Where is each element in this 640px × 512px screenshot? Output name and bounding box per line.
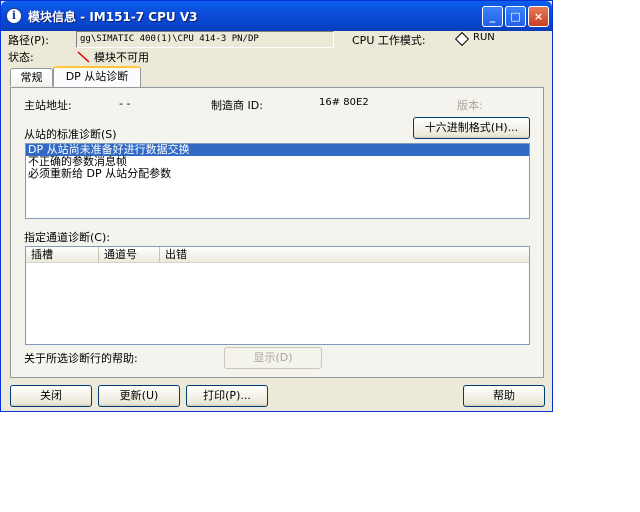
minimize-button[interactable]: _	[482, 6, 503, 27]
info-icon: i	[6, 8, 22, 24]
unavailable-icon	[77, 51, 90, 63]
tab-dp-slave-diagnostics[interactable]: DP 从站诊断	[53, 66, 141, 88]
master-address-value: - -	[119, 97, 131, 110]
display-button[interactable]: 显示(D)	[224, 347, 322, 369]
module-info-window: i 模块信息 - IM151-7 CPU V3 _ □ × 路径(P): gg\…	[0, 0, 553, 412]
run-state-icon	[454, 31, 470, 47]
path-label: 路径(P):	[8, 34, 49, 47]
status-value: 模块不可用	[94, 51, 149, 64]
status-label: 状态:	[8, 51, 34, 64]
hex-format-button[interactable]: 十六进制格式(H)...	[413, 117, 530, 139]
vendor-id-label: 制造商 ID:	[211, 99, 263, 112]
version-label: 版本:	[457, 99, 483, 112]
help-on-selected-label: 关于所选诊断行的帮助:	[24, 352, 138, 365]
channel-diagnostics-table[interactable]: 插槽 通道号 出错	[25, 246, 530, 345]
close-window-button[interactable]: ×	[528, 6, 549, 27]
update-button[interactable]: 更新(U)	[98, 385, 180, 407]
standard-diagnostics-label: 从站的标准诊断(S)	[24, 128, 117, 141]
column-header-slot[interactable]: 插槽	[26, 247, 99, 263]
list-item[interactable]: 必须重新给 DP 从站分配参数	[26, 168, 529, 180]
vendor-id-value: 16# 80E2	[319, 97, 369, 108]
cpu-mode-value: RUN	[473, 32, 495, 43]
tab-general[interactable]: 常规	[10, 68, 53, 86]
master-address-label: 主站地址:	[24, 99, 72, 112]
close-button[interactable]: 关闭	[10, 385, 92, 407]
print-button[interactable]: 打印(P)...	[186, 385, 268, 407]
path-field: gg\SIMATIC 400(1)\CPU 414-3 PN/DP	[76, 31, 334, 48]
channel-diagnostics-label: 指定通道诊断(C):	[24, 231, 110, 244]
column-header-channel[interactable]: 通道号	[99, 247, 160, 263]
window-title: 模块信息 - IM151-7 CPU V3	[28, 10, 198, 24]
help-button[interactable]: 帮助	[463, 385, 545, 407]
cpu-mode-label: CPU 工作模式:	[352, 34, 426, 47]
standard-diagnostics-list[interactable]: DP 从站尚未准备好进行数据交换 不正确的参数消息帧 必须重新给 DP 从站分配…	[25, 143, 530, 219]
column-header-error[interactable]: 出错	[160, 247, 529, 263]
dp-diagnostics-panel: 主站地址: - - 制造商 ID: 16# 80E2 版本: 十六进制格式(H)…	[10, 87, 544, 378]
title-bar[interactable]: i 模块信息 - IM151-7 CPU V3 _ □ ×	[1, 1, 552, 31]
maximize-button[interactable]: □	[505, 6, 526, 27]
